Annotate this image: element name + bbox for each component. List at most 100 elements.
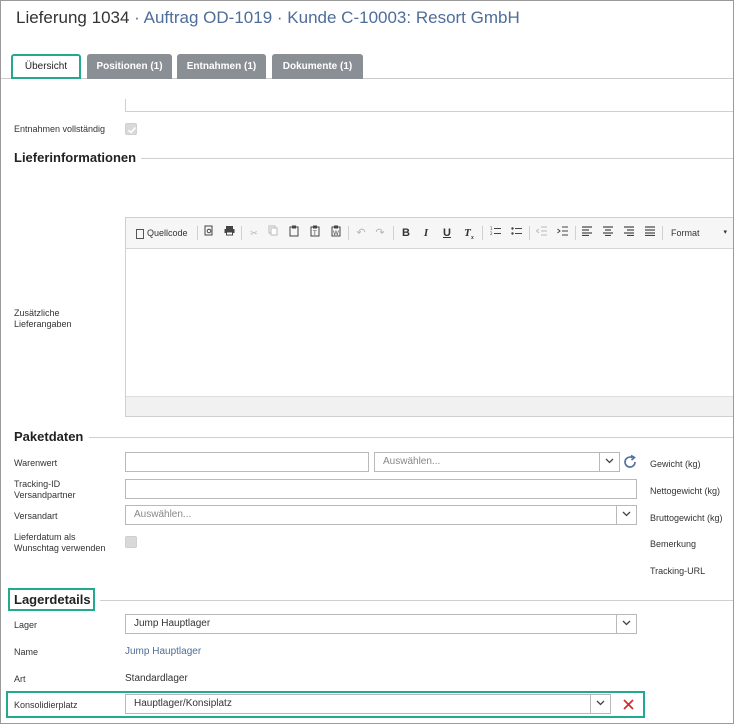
section-divider xyxy=(141,158,733,159)
format-dropdown-label: Format xyxy=(671,228,700,238)
tab-overview[interactable]: Übersicht xyxy=(11,54,81,79)
underline-button[interactable]: U xyxy=(441,225,453,241)
warehouse-name-label: Name xyxy=(14,647,39,657)
consolidation-place-select[interactable]: Hauptlager/Konsiplatz xyxy=(125,694,611,714)
consolidation-place-value: Hauptlager/Konsiplatz xyxy=(134,698,232,709)
copy-icon[interactable] xyxy=(267,225,279,241)
additional-delivery-label: Zusätzliche Lieferangaben xyxy=(14,308,72,330)
additional-delivery-label-line1: Zusätzliche xyxy=(14,308,60,318)
toolbar-separator xyxy=(241,226,242,240)
withdrawals-complete-checkbox[interactable] xyxy=(125,123,137,135)
warehouse-label: Lager xyxy=(14,620,38,630)
paste-word-icon[interactable]: W xyxy=(330,225,342,241)
tracking-id-input[interactable] xyxy=(125,479,637,499)
customer-link[interactable]: Kunde C-10003: Resort GmbH xyxy=(287,8,519,27)
dropdown-arrow-icon: ▾ xyxy=(723,229,727,236)
toolbar-separator xyxy=(662,226,663,240)
warehouse-details-section-title: Lagerdetails xyxy=(14,592,91,607)
withdrawals-complete-label: Entnahmen vollständig xyxy=(14,124,106,134)
clear-icon[interactable] xyxy=(621,697,636,712)
bold-button[interactable]: B xyxy=(400,225,412,241)
currency-select-placeholder: Auswählen... xyxy=(383,456,441,467)
title-separator: · xyxy=(134,8,140,27)
preview-icon[interactable] xyxy=(202,225,216,241)
toolbar-separator xyxy=(482,226,483,240)
tab-documents[interactable]: Dokumente (1) xyxy=(272,54,363,79)
source-code-label: Quellcode xyxy=(147,228,188,238)
editor-status-bar xyxy=(126,396,733,416)
cut-icon[interactable]: ✂ xyxy=(248,225,260,241)
delivery-detail-window: Lieferung 1034 · Auftrag OD-1019 · Kunde… xyxy=(0,0,734,724)
source-icon xyxy=(136,228,144,239)
delivery-info-section-title: Lieferinformationen xyxy=(14,150,137,165)
align-justify-icon[interactable] xyxy=(644,225,656,241)
shipping-method-placeholder: Auswählen... xyxy=(134,509,192,520)
page-title: Lieferung 1034 · Auftrag OD-1019 · Kunde… xyxy=(16,8,520,30)
numbered-list-icon[interactable]: 12 xyxy=(489,225,503,241)
bullet-list-icon[interactable] xyxy=(510,225,524,241)
warehouse-select-value: Jump Hauptlager xyxy=(134,618,211,629)
toolbar-separator xyxy=(393,226,394,240)
warehouse-type-value: Standardlager xyxy=(125,673,188,684)
tracking-url-label: Tracking-URL xyxy=(650,566,706,576)
warehouse-select[interactable]: Jump Hauptlager xyxy=(125,614,637,634)
warehouse-type-label: Art xyxy=(14,674,26,684)
redo-icon[interactable]: ↷ xyxy=(374,225,386,241)
align-left-icon[interactable] xyxy=(581,225,593,241)
italic-button[interactable]: I xyxy=(420,225,432,241)
tab-positions[interactable]: Positionen (1) xyxy=(87,54,172,79)
net-weight-label: Nettogewicht (kg) xyxy=(650,486,721,496)
delivery-date-wish-label-line2: Wunschtag verwenden xyxy=(14,543,106,553)
currency-select[interactable]: Auswählen... xyxy=(374,452,620,472)
chevron-down-icon[interactable] xyxy=(590,695,610,713)
title-separator: · xyxy=(276,8,283,27)
section-divider xyxy=(100,600,733,601)
rich-text-editor[interactable]: Quellcode ✂ T W ↶ ↷ B I U Tx 1 2 Format … xyxy=(125,217,733,417)
goods-value-input[interactable] xyxy=(125,452,369,472)
gross-weight-label: Bruttogewicht (kg) xyxy=(650,513,723,523)
weight-label: Gewicht (kg) xyxy=(650,459,701,469)
order-link[interactable]: Auftrag OD-1019 xyxy=(144,8,273,27)
editor-toolbar: Quellcode ✂ T W ↶ ↷ B I U Tx 1 2 Format … xyxy=(126,218,733,249)
outdent-icon[interactable] xyxy=(535,225,549,241)
format-dropdown[interactable]: Format ▾ xyxy=(671,225,731,241)
editor-content-area[interactable] xyxy=(126,249,733,397)
remove-format-label: T xyxy=(464,227,471,239)
svg-text:T: T xyxy=(312,230,317,237)
check-icon xyxy=(127,126,137,134)
shipping-method-select[interactable]: Auswählen... xyxy=(125,505,637,525)
additional-delivery-label-line2: Lieferangaben xyxy=(14,319,72,329)
svg-text:W: W xyxy=(333,230,339,237)
toolbar-separator xyxy=(529,226,530,240)
delivery-date-wish-checkbox[interactable] xyxy=(125,536,137,548)
previous-field-outline xyxy=(125,99,733,112)
toolbar-separator xyxy=(575,226,576,240)
chevron-down-icon[interactable] xyxy=(599,453,619,471)
consolidation-place-label: Konsolidierplatz xyxy=(14,700,78,710)
remark-label: Bemerkung xyxy=(650,539,697,549)
svg-text:2: 2 xyxy=(490,231,493,236)
tab-withdrawals[interactable]: Entnahmen (1) xyxy=(177,54,266,79)
align-center-icon[interactable] xyxy=(602,225,614,241)
tracking-id-label-line2: Versandpartner xyxy=(14,490,76,500)
align-right-icon[interactable] xyxy=(623,225,635,241)
warehouse-name-link[interactable]: Jump Hauptlager xyxy=(125,646,201,657)
tracking-id-label-line1: Tracking-ID xyxy=(14,479,61,489)
goods-value-label: Warenwert xyxy=(14,458,58,468)
tab-bar: Übersicht Positionen (1) Entnahmen (1) D… xyxy=(1,54,733,79)
toolbar-separator xyxy=(197,226,198,240)
remove-format-button[interactable]: Tx xyxy=(463,225,475,241)
paste-text-icon[interactable]: T xyxy=(309,225,321,241)
delivery-title: Lieferung 1034 xyxy=(16,8,130,27)
paste-icon[interactable] xyxy=(288,225,300,241)
shipping-method-label: Versandart xyxy=(14,511,58,521)
undo-icon[interactable]: ↶ xyxy=(355,225,367,241)
indent-icon[interactable] xyxy=(556,225,570,241)
chevron-down-icon[interactable] xyxy=(616,615,636,633)
refresh-icon[interactable] xyxy=(622,454,638,470)
toolbar-separator xyxy=(348,226,349,240)
chevron-down-icon[interactable] xyxy=(616,506,636,524)
print-icon[interactable] xyxy=(222,225,236,241)
delivery-date-wish-label: Lieferdatum als Wunschtag verwenden xyxy=(14,532,105,554)
source-code-button[interactable]: Quellcode xyxy=(136,225,194,241)
